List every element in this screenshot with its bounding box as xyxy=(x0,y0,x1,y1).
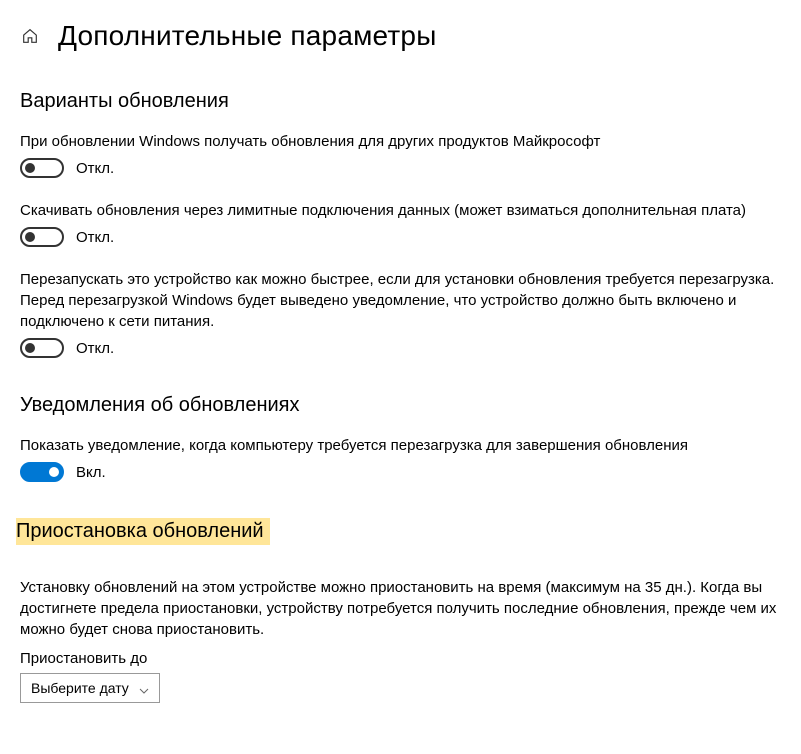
option-desc: Скачивать обновления через лимитные подк… xyxy=(20,200,781,221)
page-header: Дополнительные параметры xyxy=(20,20,781,52)
option-other-products: При обновлении Windows получать обновлен… xyxy=(20,131,781,178)
section-title-notifications: Уведомления об обновлениях xyxy=(20,394,781,417)
toggle-row: Откл. xyxy=(20,227,781,247)
option-desc: Перезапускать это устройство как можно б… xyxy=(20,269,781,332)
pause-description: Установку обновлений на этом устройстве … xyxy=(20,577,781,640)
section-title-update-options: Варианты обновления xyxy=(20,90,781,113)
date-select-value: Выберите дату xyxy=(31,680,129,696)
toggle-knob xyxy=(25,343,35,353)
toggle-other-products[interactable] xyxy=(20,158,64,178)
option-desc: Показать уведомление, когда компьютеру т… xyxy=(20,435,781,456)
toggle-row: Вкл. xyxy=(20,462,781,482)
section-notifications: Уведомления об обновлениях Показать увед… xyxy=(20,394,781,482)
toggle-row: Откл. xyxy=(20,158,781,178)
toggle-state-label: Откл. xyxy=(76,340,114,357)
toggle-state-label: Откл. xyxy=(76,229,114,246)
page-title: Дополнительные параметры xyxy=(58,20,437,52)
pause-until-label: Приостановить до xyxy=(20,650,781,667)
date-select-dropdown[interactable]: Выберите дату xyxy=(20,673,160,703)
toggle-row: Откл. xyxy=(20,338,781,358)
toggle-knob xyxy=(25,163,35,173)
toggle-restart-asap[interactable] xyxy=(20,338,64,358)
section-update-options: Варианты обновления При обновлении Windo… xyxy=(20,90,781,358)
toggle-metered-connection[interactable] xyxy=(20,227,64,247)
option-restart-asap: Перезапускать это устройство как можно б… xyxy=(20,269,781,358)
option-metered-connection: Скачивать обновления через лимитные подк… xyxy=(20,200,781,247)
option-restart-notification: Показать уведомление, когда компьютеру т… xyxy=(20,435,781,482)
toggle-knob xyxy=(49,467,59,477)
home-icon[interactable] xyxy=(20,26,40,46)
section-title-pause-updates: Приостановка обновлений xyxy=(16,518,270,545)
toggle-state-label: Откл. xyxy=(76,160,114,177)
chevron-down-icon xyxy=(139,683,149,693)
option-desc: При обновлении Windows получать обновлен… xyxy=(20,131,781,152)
toggle-knob xyxy=(25,232,35,242)
toggle-state-label: Вкл. xyxy=(76,464,106,481)
toggle-restart-notification[interactable] xyxy=(20,462,64,482)
section-pause-updates: Приостановка обновлений Установку обновл… xyxy=(20,518,781,703)
